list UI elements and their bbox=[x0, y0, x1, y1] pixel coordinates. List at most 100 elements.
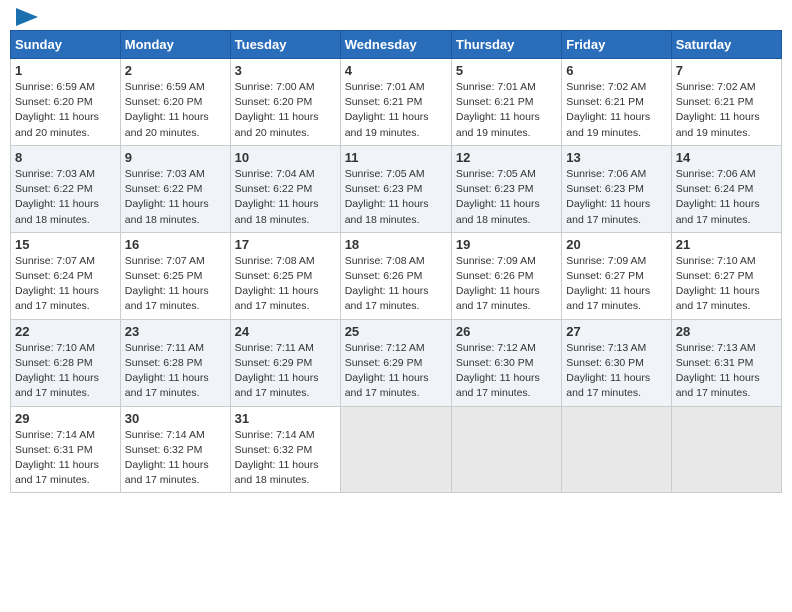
calendar-cell bbox=[671, 406, 781, 493]
calendar-cell: 25 Sunrise: 7:12 AMSunset: 6:29 PMDaylig… bbox=[340, 319, 451, 406]
day-number: 6 bbox=[566, 63, 666, 78]
day-info: Sunrise: 7:07 AMSunset: 6:24 PMDaylight:… bbox=[15, 255, 99, 313]
calendar-cell: 20 Sunrise: 7:09 AMSunset: 6:27 PMDaylig… bbox=[562, 232, 671, 319]
calendar-week-3: 15 Sunrise: 7:07 AMSunset: 6:24 PMDaylig… bbox=[11, 232, 782, 319]
calendar-cell: 17 Sunrise: 7:08 AMSunset: 6:25 PMDaylig… bbox=[230, 232, 340, 319]
day-info: Sunrise: 7:10 AMSunset: 6:28 PMDaylight:… bbox=[15, 342, 99, 400]
calendar-table: SundayMondayTuesdayWednesdayThursdayFrid… bbox=[10, 30, 782, 493]
day-info: Sunrise: 7:12 AMSunset: 6:30 PMDaylight:… bbox=[456, 342, 540, 400]
calendar-cell: 28 Sunrise: 7:13 AMSunset: 6:31 PMDaylig… bbox=[671, 319, 781, 406]
calendar-cell: 30 Sunrise: 7:14 AMSunset: 6:32 PMDaylig… bbox=[120, 406, 230, 493]
day-info: Sunrise: 7:06 AMSunset: 6:24 PMDaylight:… bbox=[676, 168, 760, 226]
calendar-cell: 7 Sunrise: 7:02 AMSunset: 6:21 PMDayligh… bbox=[671, 59, 781, 146]
calendar-col-saturday: Saturday bbox=[671, 31, 781, 59]
day-number: 13 bbox=[566, 150, 666, 165]
day-number: 17 bbox=[235, 237, 336, 252]
day-number: 7 bbox=[676, 63, 777, 78]
calendar-cell: 2 Sunrise: 6:59 AMSunset: 6:20 PMDayligh… bbox=[120, 59, 230, 146]
day-number: 25 bbox=[345, 324, 447, 339]
logo-arrow-icon bbox=[16, 8, 38, 26]
day-info: Sunrise: 7:08 AMSunset: 6:26 PMDaylight:… bbox=[345, 255, 429, 313]
day-info: Sunrise: 7:04 AMSunset: 6:22 PMDaylight:… bbox=[235, 168, 319, 226]
calendar-col-sunday: Sunday bbox=[11, 31, 121, 59]
calendar-week-2: 8 Sunrise: 7:03 AMSunset: 6:22 PMDayligh… bbox=[11, 145, 782, 232]
day-number: 20 bbox=[566, 237, 666, 252]
calendar-header-row: SundayMondayTuesdayWednesdayThursdayFrid… bbox=[11, 31, 782, 59]
calendar-cell: 10 Sunrise: 7:04 AMSunset: 6:22 PMDaylig… bbox=[230, 145, 340, 232]
page-header bbox=[10, 10, 782, 22]
day-number: 5 bbox=[456, 63, 557, 78]
calendar-cell: 24 Sunrise: 7:11 AMSunset: 6:29 PMDaylig… bbox=[230, 319, 340, 406]
calendar-cell: 21 Sunrise: 7:10 AMSunset: 6:27 PMDaylig… bbox=[671, 232, 781, 319]
day-info: Sunrise: 7:05 AMSunset: 6:23 PMDaylight:… bbox=[456, 168, 540, 226]
day-number: 10 bbox=[235, 150, 336, 165]
calendar-col-thursday: Thursday bbox=[451, 31, 561, 59]
calendar-cell: 23 Sunrise: 7:11 AMSunset: 6:28 PMDaylig… bbox=[120, 319, 230, 406]
calendar-col-tuesday: Tuesday bbox=[230, 31, 340, 59]
day-number: 8 bbox=[15, 150, 116, 165]
calendar-cell: 8 Sunrise: 7:03 AMSunset: 6:22 PMDayligh… bbox=[11, 145, 121, 232]
calendar-cell: 16 Sunrise: 7:07 AMSunset: 6:25 PMDaylig… bbox=[120, 232, 230, 319]
day-info: Sunrise: 7:09 AMSunset: 6:26 PMDaylight:… bbox=[456, 255, 540, 313]
day-info: Sunrise: 7:02 AMSunset: 6:21 PMDaylight:… bbox=[676, 81, 760, 139]
calendar-cell: 9 Sunrise: 7:03 AMSunset: 6:22 PMDayligh… bbox=[120, 145, 230, 232]
day-number: 16 bbox=[125, 237, 226, 252]
day-info: Sunrise: 7:11 AMSunset: 6:28 PMDaylight:… bbox=[125, 342, 209, 400]
day-info: Sunrise: 6:59 AMSunset: 6:20 PMDaylight:… bbox=[125, 81, 209, 139]
logo bbox=[14, 10, 38, 22]
day-number: 11 bbox=[345, 150, 447, 165]
calendar-col-monday: Monday bbox=[120, 31, 230, 59]
calendar-cell: 27 Sunrise: 7:13 AMSunset: 6:30 PMDaylig… bbox=[562, 319, 671, 406]
calendar-cell: 11 Sunrise: 7:05 AMSunset: 6:23 PMDaylig… bbox=[340, 145, 451, 232]
day-number: 21 bbox=[676, 237, 777, 252]
calendar-cell: 13 Sunrise: 7:06 AMSunset: 6:23 PMDaylig… bbox=[562, 145, 671, 232]
day-info: Sunrise: 7:06 AMSunset: 6:23 PMDaylight:… bbox=[566, 168, 650, 226]
calendar-cell: 15 Sunrise: 7:07 AMSunset: 6:24 PMDaylig… bbox=[11, 232, 121, 319]
day-number: 22 bbox=[15, 324, 116, 339]
day-info: Sunrise: 7:07 AMSunset: 6:25 PMDaylight:… bbox=[125, 255, 209, 313]
day-info: Sunrise: 7:10 AMSunset: 6:27 PMDaylight:… bbox=[676, 255, 760, 313]
calendar-cell: 4 Sunrise: 7:01 AMSunset: 6:21 PMDayligh… bbox=[340, 59, 451, 146]
calendar-cell: 18 Sunrise: 7:08 AMSunset: 6:26 PMDaylig… bbox=[340, 232, 451, 319]
day-number: 23 bbox=[125, 324, 226, 339]
calendar-col-wednesday: Wednesday bbox=[340, 31, 451, 59]
calendar-cell bbox=[562, 406, 671, 493]
calendar-cell: 26 Sunrise: 7:12 AMSunset: 6:30 PMDaylig… bbox=[451, 319, 561, 406]
calendar-cell: 12 Sunrise: 7:05 AMSunset: 6:23 PMDaylig… bbox=[451, 145, 561, 232]
calendar-cell: 31 Sunrise: 7:14 AMSunset: 6:32 PMDaylig… bbox=[230, 406, 340, 493]
day-number: 12 bbox=[456, 150, 557, 165]
day-info: Sunrise: 7:08 AMSunset: 6:25 PMDaylight:… bbox=[235, 255, 319, 313]
calendar-cell: 6 Sunrise: 7:02 AMSunset: 6:21 PMDayligh… bbox=[562, 59, 671, 146]
day-number: 27 bbox=[566, 324, 666, 339]
day-number: 14 bbox=[676, 150, 777, 165]
day-info: Sunrise: 7:12 AMSunset: 6:29 PMDaylight:… bbox=[345, 342, 429, 400]
day-number: 15 bbox=[15, 237, 116, 252]
day-info: Sunrise: 7:14 AMSunset: 6:32 PMDaylight:… bbox=[125, 429, 209, 487]
calendar-cell: 3 Sunrise: 7:00 AMSunset: 6:20 PMDayligh… bbox=[230, 59, 340, 146]
day-info: Sunrise: 7:03 AMSunset: 6:22 PMDaylight:… bbox=[125, 168, 209, 226]
calendar-cell: 22 Sunrise: 7:10 AMSunset: 6:28 PMDaylig… bbox=[11, 319, 121, 406]
calendar-cell: 19 Sunrise: 7:09 AMSunset: 6:26 PMDaylig… bbox=[451, 232, 561, 319]
calendar-cell: 29 Sunrise: 7:14 AMSunset: 6:31 PMDaylig… bbox=[11, 406, 121, 493]
calendar-week-4: 22 Sunrise: 7:10 AMSunset: 6:28 PMDaylig… bbox=[11, 319, 782, 406]
calendar-week-1: 1 Sunrise: 6:59 AMSunset: 6:20 PMDayligh… bbox=[11, 59, 782, 146]
day-number: 24 bbox=[235, 324, 336, 339]
day-number: 26 bbox=[456, 324, 557, 339]
day-info: Sunrise: 7:13 AMSunset: 6:31 PMDaylight:… bbox=[676, 342, 760, 400]
day-number: 29 bbox=[15, 411, 116, 426]
calendar-cell: 14 Sunrise: 7:06 AMSunset: 6:24 PMDaylig… bbox=[671, 145, 781, 232]
day-info: Sunrise: 7:14 AMSunset: 6:31 PMDaylight:… bbox=[15, 429, 99, 487]
day-number: 19 bbox=[456, 237, 557, 252]
day-info: Sunrise: 7:00 AMSunset: 6:20 PMDaylight:… bbox=[235, 81, 319, 139]
day-info: Sunrise: 7:01 AMSunset: 6:21 PMDaylight:… bbox=[345, 81, 429, 139]
day-number: 1 bbox=[15, 63, 116, 78]
day-info: Sunrise: 7:14 AMSunset: 6:32 PMDaylight:… bbox=[235, 429, 319, 487]
day-info: Sunrise: 7:09 AMSunset: 6:27 PMDaylight:… bbox=[566, 255, 650, 313]
day-info: Sunrise: 7:03 AMSunset: 6:22 PMDaylight:… bbox=[15, 168, 99, 226]
calendar-cell bbox=[340, 406, 451, 493]
day-info: Sunrise: 6:59 AMSunset: 6:20 PMDaylight:… bbox=[15, 81, 99, 139]
day-number: 30 bbox=[125, 411, 226, 426]
day-info: Sunrise: 7:05 AMSunset: 6:23 PMDaylight:… bbox=[345, 168, 429, 226]
calendar-col-friday: Friday bbox=[562, 31, 671, 59]
day-info: Sunrise: 7:11 AMSunset: 6:29 PMDaylight:… bbox=[235, 342, 319, 400]
